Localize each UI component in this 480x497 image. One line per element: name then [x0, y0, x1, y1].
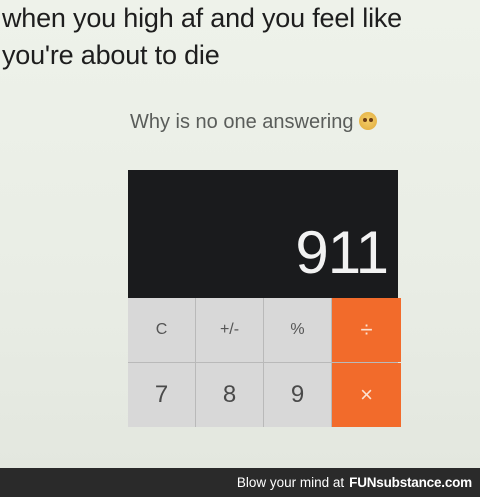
brand-link[interactable]: FUNsubstance.com [349, 475, 472, 490]
plus-minus-key[interactable]: +/- [196, 298, 263, 362]
percent-key[interactable]: % [264, 298, 331, 362]
scared-face-icon [359, 112, 378, 130]
multiply-key[interactable]: × [332, 363, 401, 427]
watermark-footer: Blow your mind at FUNsubstance.com [0, 468, 480, 497]
message-text: Why is no one answering [130, 111, 378, 134]
calculator-display: 911 [128, 170, 398, 298]
seven-key[interactable]: 7 [128, 363, 195, 427]
calculator: 911 C +/- % ÷ 7 8 9 × [128, 170, 401, 468]
display-value: 911 [295, 219, 389, 286]
caption-line-1: when you high af and you feel like [2, 3, 402, 33]
meme-image: when you high af and you feel like you'r… [0, 0, 480, 468]
clear-key[interactable]: C [128, 298, 195, 362]
caption-line-2: you're about to die [2, 40, 220, 70]
footer-text: Blow your mind at [236, 475, 345, 490]
meme-caption: when you high af and you feel like you'r… [2, 0, 478, 74]
divide-key[interactable]: ÷ [332, 298, 401, 362]
nine-key[interactable]: 9 [264, 363, 331, 427]
eight-key[interactable]: 8 [196, 363, 263, 427]
calculator-keypad: C +/- % ÷ 7 8 9 × [128, 298, 401, 427]
message-label: Why is no one answering [130, 111, 354, 133]
